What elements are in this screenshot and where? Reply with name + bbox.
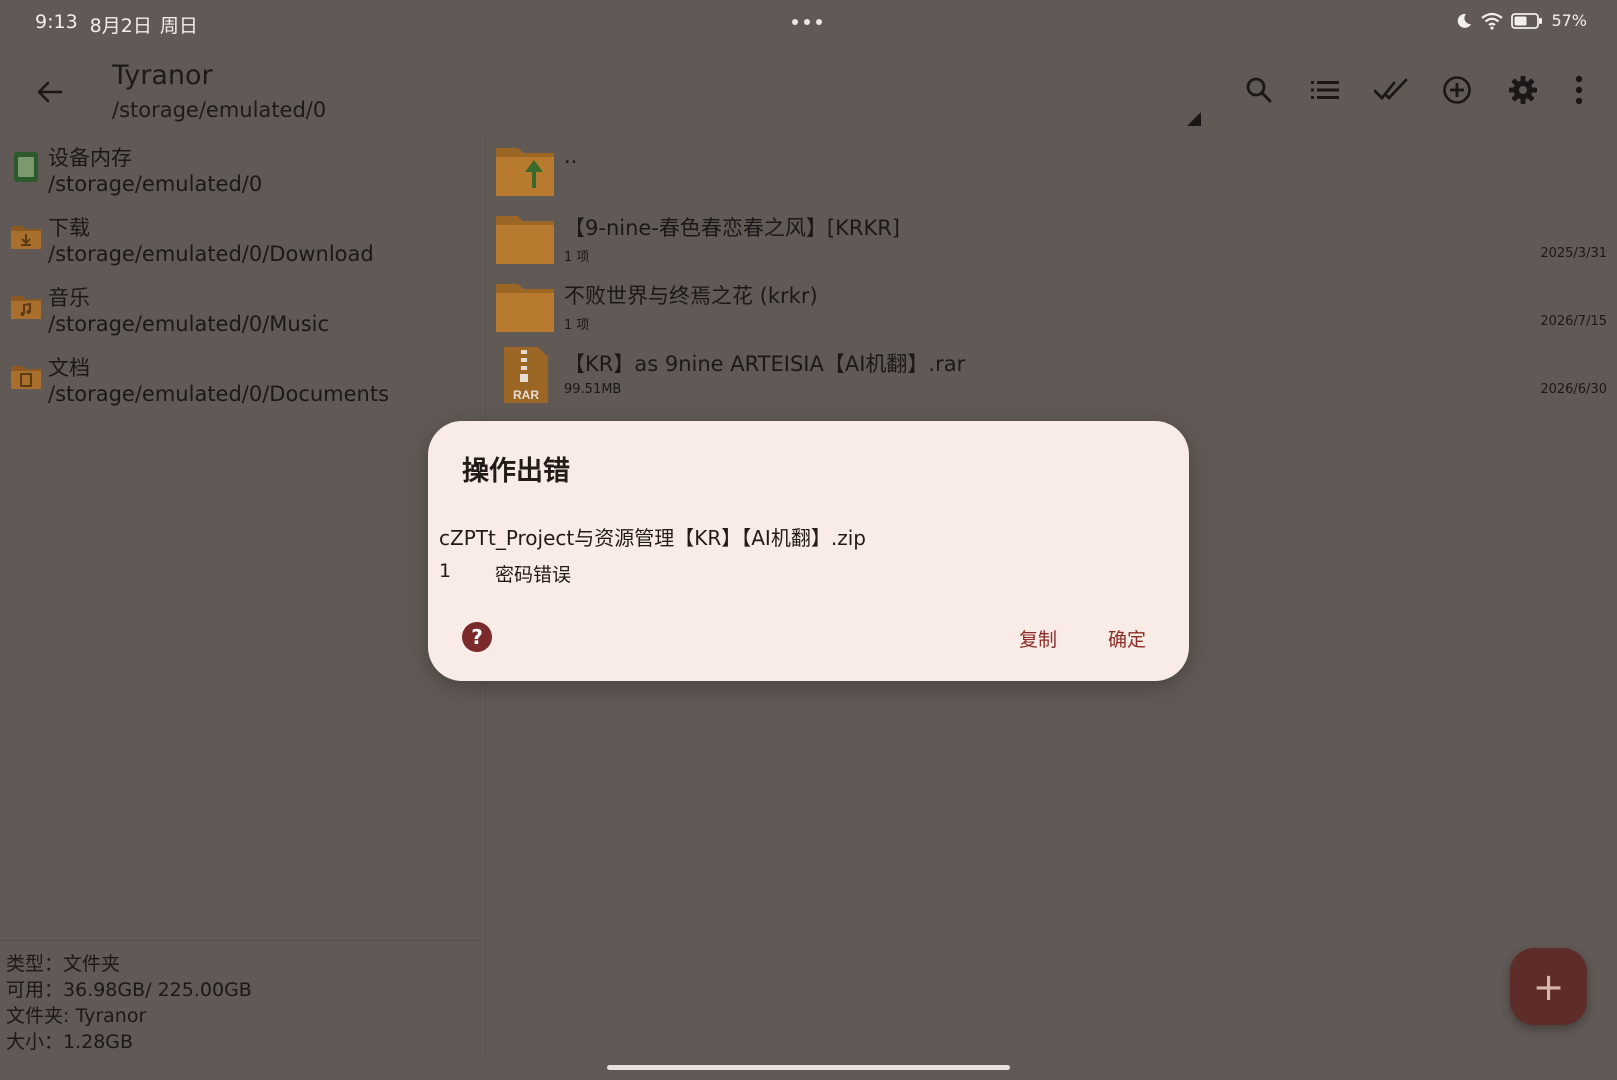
- back-button[interactable]: [30, 72, 70, 112]
- error-dialog: 操作出错 cZPTt_Project与资源管理【KR】【AI机翻】.zip 1 …: [428, 421, 1189, 681]
- sidebar-item-music[interactable]: 音乐 /storage/emulated/0/Music: [0, 276, 486, 346]
- toolbar: [1237, 68, 1591, 112]
- add-fab-button[interactable]: +: [1510, 948, 1587, 1025]
- search-button[interactable]: [1237, 68, 1281, 112]
- file-date: 2026/7/15: [1540, 314, 1607, 329]
- sidebar-item-path: /storage/emulated/0/Documents: [48, 382, 390, 406]
- sidebar-item-label: 设备内存: [48, 146, 132, 170]
- documents-folder-icon: [11, 366, 41, 389]
- list-view-button[interactable]: [1303, 68, 1347, 112]
- storage-sidebar: 设备内存 /storage/emulated/0 下载 /storage/emu…: [0, 136, 486, 1056]
- sidebar-item-label: 文档: [48, 356, 90, 380]
- info-type: 类型：文件夹: [6, 953, 121, 975]
- status-right: 57%: [1455, 11, 1587, 30]
- sidebar-item-path: /storage/emulated/0/Music: [48, 312, 330, 336]
- error-message: 密码错误: [495, 564, 572, 586]
- info-available: 可用：36.98GB/ 225.00GB: [6, 979, 252, 1001]
- sidebar-item-label: 下载: [48, 216, 90, 240]
- add-circle-icon: [1443, 76, 1471, 104]
- add-button[interactable]: [1435, 68, 1479, 112]
- file-meta: 99.51MB: [564, 382, 622, 397]
- status-bar: 9:13 8月2日 周日 57%: [0, 0, 1617, 46]
- list-item[interactable]: 不败世界与终焉之花 (krkr) 1 项 2026/7/15: [486, 272, 1617, 340]
- list-item-parent[interactable]: ..: [486, 136, 1617, 204]
- error-number: 1: [439, 560, 452, 582]
- parent-folder-icon: [496, 148, 554, 196]
- info-size: 大小：1.28GB: [6, 1031, 134, 1053]
- file-meta: 1 项: [564, 250, 590, 265]
- info-folder: 文件夹: Tyranor: [6, 1005, 147, 1027]
- file-name: 【KR】as 9nine ARTEISIA【AI机翻】.rar: [564, 352, 966, 376]
- file-date: 2026/6/30: [1540, 382, 1607, 397]
- wifi-icon: [1481, 12, 1504, 30]
- sidebar-item-device-storage[interactable]: 设备内存 /storage/emulated/0: [0, 136, 486, 206]
- sidebar-item-path: /storage/emulated/0: [48, 172, 263, 196]
- svg-text:RAR: RAR: [513, 388, 539, 402]
- status-weekday: 周日: [159, 15, 198, 37]
- list-view-icon: [1311, 81, 1339, 99]
- settings-button[interactable]: [1501, 68, 1545, 112]
- gear-icon: [1509, 76, 1537, 104]
- current-path: /storage/emulated/0: [112, 98, 327, 122]
- file-name: 不败世界与终焉之花 (krkr): [564, 284, 818, 308]
- folder-info: 类型：文件夹 可用：36.98GB/ 225.00GB 文件夹: Tyranor…: [0, 940, 486, 1055]
- home-indicator[interactable]: [607, 1065, 1010, 1070]
- more-options-button[interactable]: [1567, 68, 1591, 112]
- dialog-title: 操作出错: [462, 456, 570, 487]
- status-time: 9:13: [35, 11, 78, 33]
- resize-corner-icon: [1187, 112, 1201, 126]
- list-item[interactable]: 【9-nine-春色春恋春之风】[KRKR] 1 项 2025/3/31: [486, 204, 1617, 272]
- battery-percent: 57%: [1551, 11, 1587, 30]
- copy-button[interactable]: 复制: [1019, 625, 1057, 652]
- battery-icon: [1511, 12, 1543, 29]
- arrow-back-icon: [37, 81, 63, 103]
- file-meta: 1 项: [564, 318, 590, 333]
- search-icon: [1246, 77, 1272, 103]
- more-vert-icon: [1575, 75, 1583, 105]
- file-name: ..: [564, 144, 578, 168]
- app-bar: Tyranor /storage/emulated/0: [0, 46, 1617, 136]
- multitask-dots-icon[interactable]: [792, 19, 822, 25]
- select-all-button[interactable]: [1369, 68, 1413, 112]
- folder-icon: [496, 216, 554, 264]
- download-folder-icon: [11, 226, 41, 249]
- rar-file-icon: RAR: [504, 347, 548, 403]
- device-storage-icon: [14, 152, 38, 182]
- status-left: 9:13 8月2日 周日: [35, 11, 198, 38]
- sidebar-item-documents[interactable]: 文档 /storage/emulated/0/Documents: [0, 346, 486, 416]
- sidebar-item-path: /storage/emulated/0/Download: [48, 242, 374, 266]
- moon-icon: [1455, 12, 1473, 30]
- sidebar-item-label: 音乐: [48, 286, 90, 310]
- sidebar-item-download[interactable]: 下载 /storage/emulated/0/Download: [0, 206, 486, 276]
- select-all-icon: [1374, 78, 1408, 101]
- file-name: 【9-nine-春色春恋春之风】[KRKR]: [564, 216, 900, 240]
- help-icon[interactable]: ?: [462, 622, 492, 652]
- music-folder-icon: [11, 296, 41, 319]
- file-date: 2025/3/31: [1540, 246, 1607, 261]
- folder-icon: [496, 284, 554, 332]
- page-title: Tyranor: [112, 60, 213, 91]
- status-date: 8月2日: [89, 15, 152, 37]
- ok-button[interactable]: 确定: [1108, 625, 1146, 652]
- dialog-file-name: cZPTt_Project与资源管理【KR】【AI机翻】.zip: [439, 526, 866, 550]
- list-item[interactable]: RAR 【KR】as 9nine ARTEISIA【AI机翻】.rar 99.5…: [486, 340, 1617, 408]
